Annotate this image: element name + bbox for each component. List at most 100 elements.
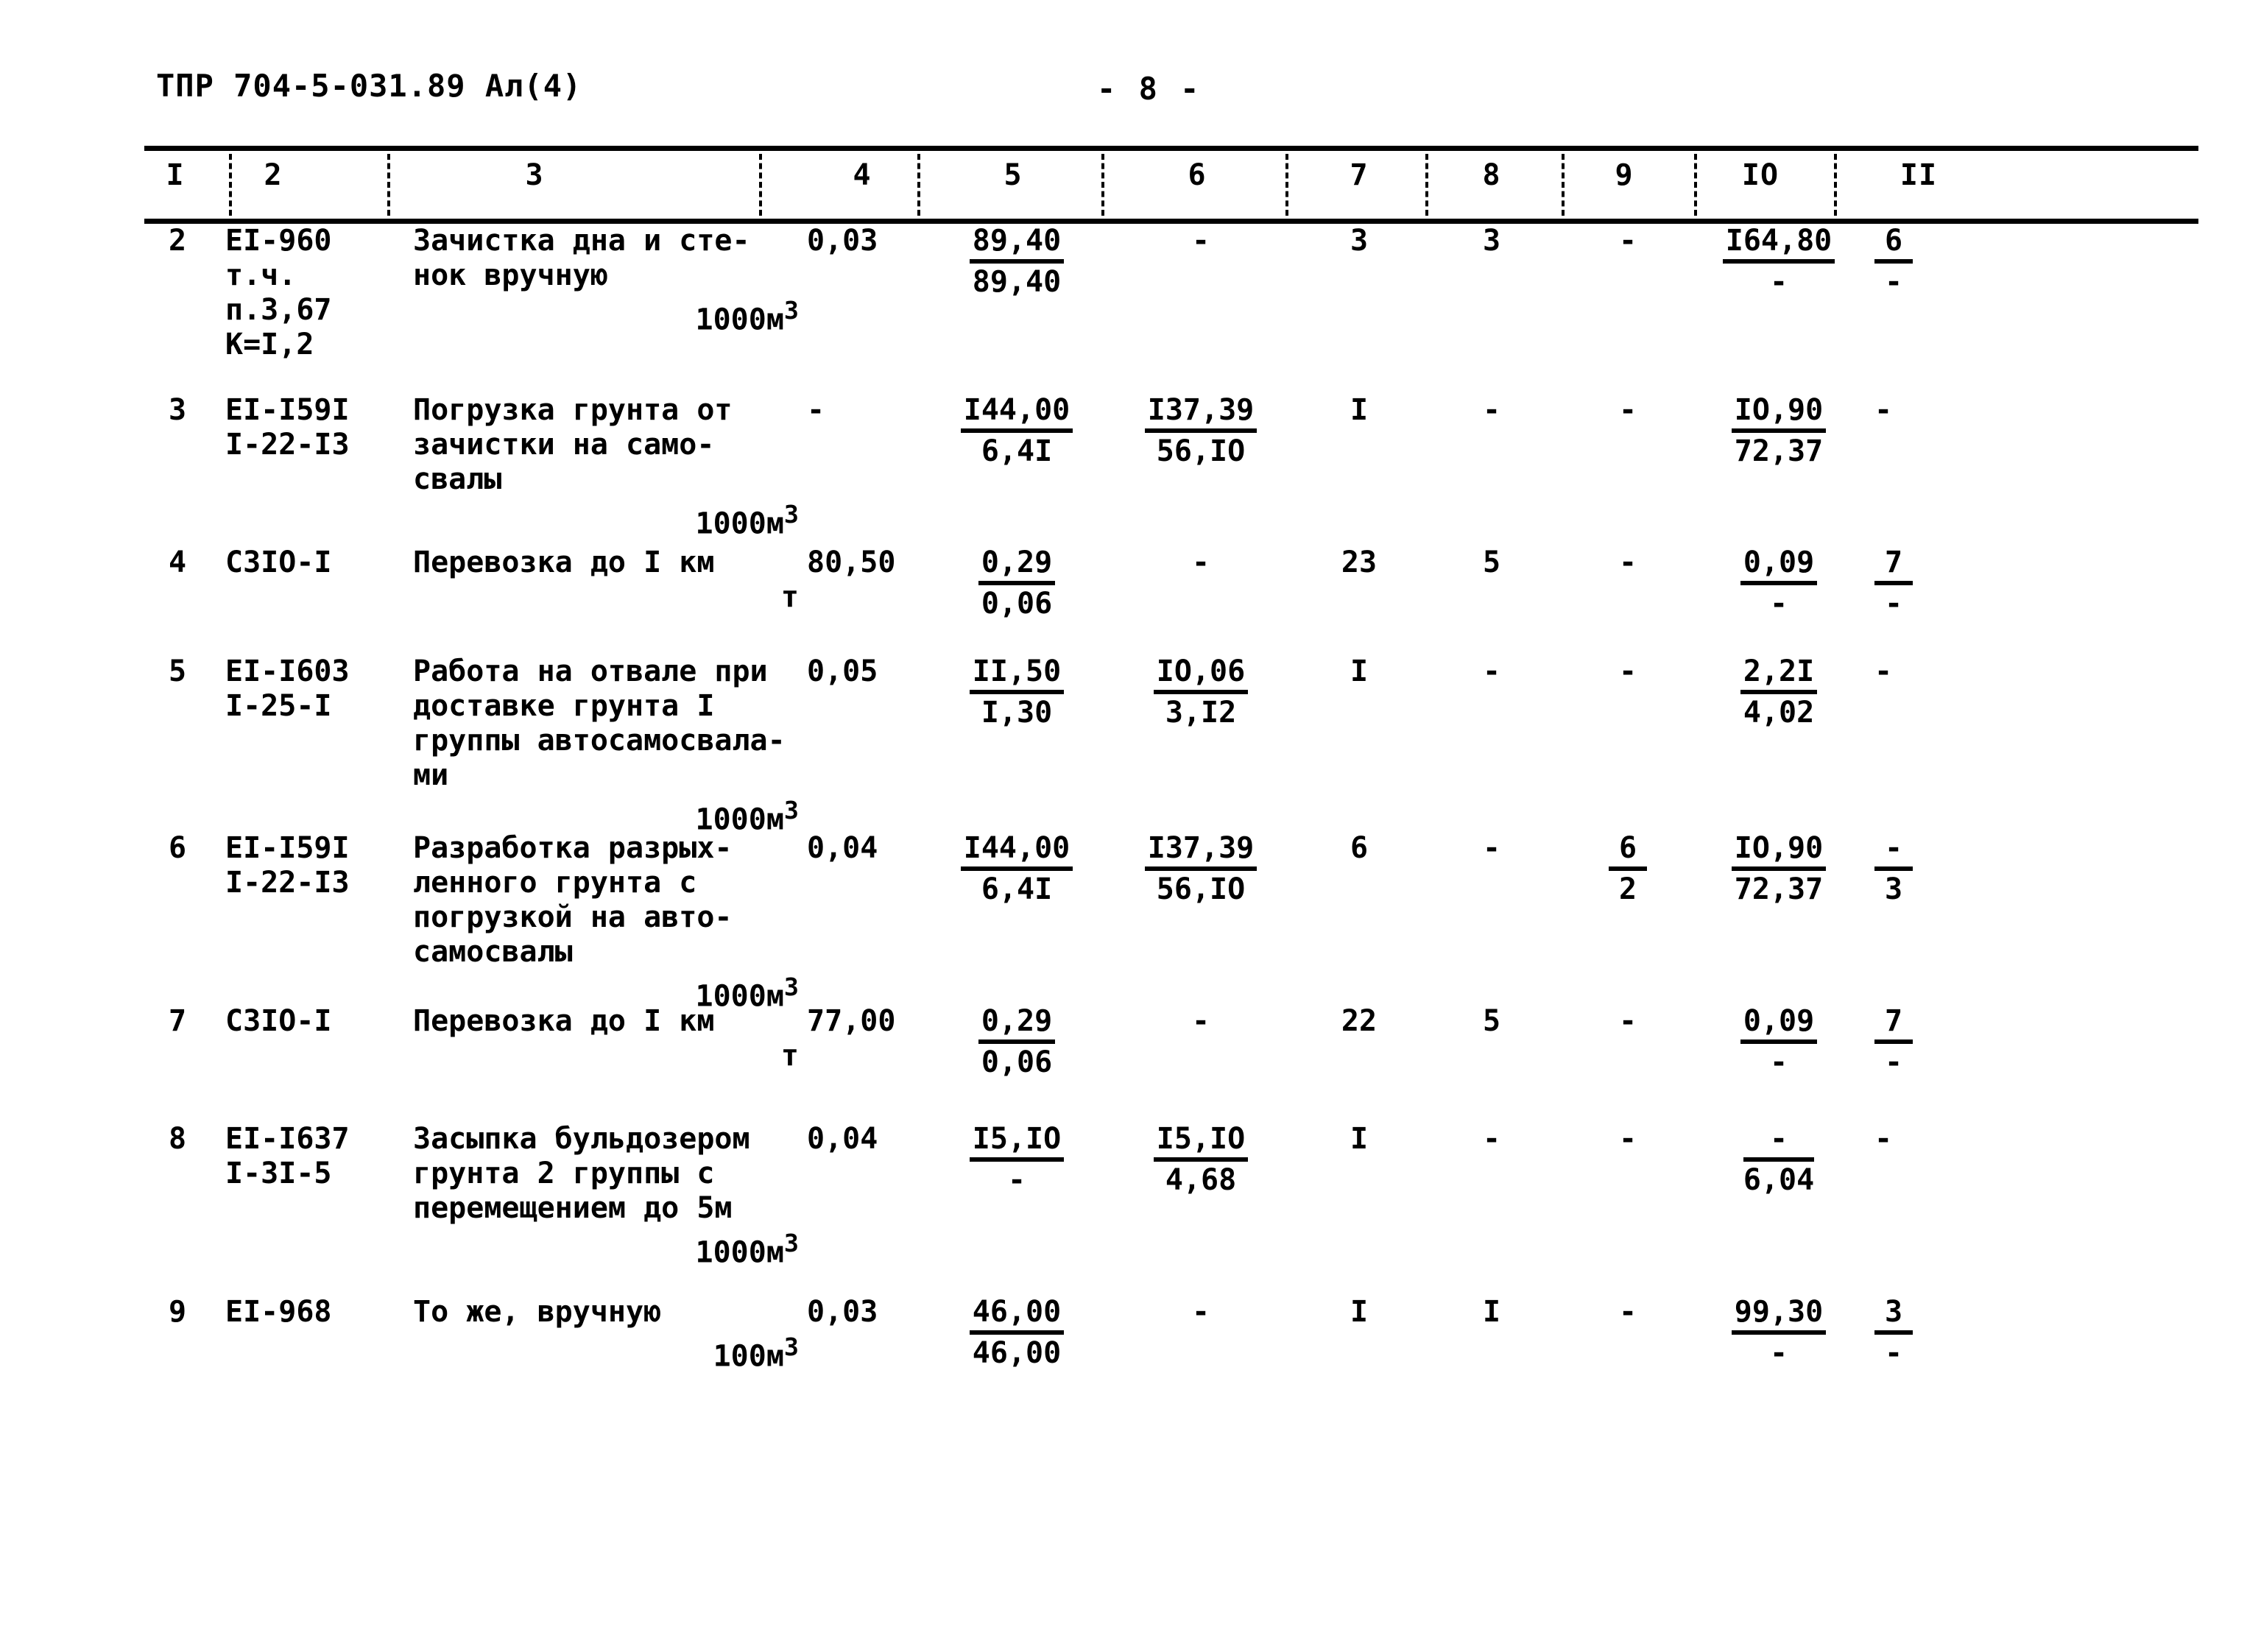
work-description-line-3: свалы xyxy=(413,462,502,496)
cost-total-cell: 0,29 0,06 xyxy=(932,1004,1101,1080)
labor-workers-cell: 23 xyxy=(1341,546,1378,579)
quantity-cell: 0,05 xyxy=(807,654,878,688)
total-cost-cell: 99,30- xyxy=(1694,1295,1863,1371)
cost-machines-cell-fraction-denominator: 4,68 xyxy=(1165,1163,1237,1197)
total-cost-cell-fraction: IO,90 72,37 xyxy=(1731,831,1827,907)
row-number: 3 xyxy=(168,393,187,427)
cost-total-cell-fraction-numerator: I44,00 xyxy=(960,831,1073,871)
work-description-cell: То же, вручную 100м3 xyxy=(413,1295,803,1374)
work-description-cell: Зачистка дна и сте-нок вручную 1000м3 xyxy=(413,224,803,337)
notes-cell-fraction: 3- xyxy=(1874,1295,1913,1371)
work-description-line-1: То же, вручную xyxy=(413,1295,662,1329)
cost-total-cell-fraction-denominator: 6,4I xyxy=(981,872,1053,906)
labor-machinists-cell: - xyxy=(1482,1122,1501,1156)
cost-total-cell-fraction-numerator: I44,00 xyxy=(960,393,1073,433)
measurement-unit: 100м3 xyxy=(713,1332,799,1374)
labor-workers-cell: 22 xyxy=(1341,1004,1378,1038)
total-cost-cell-fraction-denominator: - xyxy=(1769,1045,1788,1079)
labor-workers-cell: I xyxy=(1350,1295,1369,1329)
machine-hours-cell-value: - xyxy=(1618,1122,1637,1156)
total-cost-cell-fraction-numerator: IO,90 xyxy=(1731,393,1827,433)
quantity-cell: 0,03 xyxy=(807,1295,878,1329)
work-description-line-2: грунта 2 группы с xyxy=(413,1157,715,1190)
norm-code-cell: EI-968 xyxy=(225,1295,395,1330)
cost-machines-cell-fraction-denominator: 56,IO xyxy=(1156,872,1246,906)
row-number: 7 xyxy=(168,1004,187,1038)
total-cost-cell-fraction: 0,09- xyxy=(1740,546,1818,621)
machine-hours-cell-fraction-numerator: 6 xyxy=(1608,831,1648,871)
cost-machines-cell: I37,39 56,IO xyxy=(1116,393,1285,469)
labor-machinists-cell: - xyxy=(1482,654,1501,688)
table-row: 5 EI-I603 I-25-I Работа на отвале при достав… xyxy=(144,654,2198,846)
table-row: 6 EI-I59I I-22-I3 Разработка разрых-ленного… xyxy=(144,831,2198,1023)
table-top-rule xyxy=(144,146,2198,151)
work-description-line-2: ленного грунта с xyxy=(413,866,697,900)
norm-code-cell: C3IO-I xyxy=(225,546,395,580)
notes-cell-value: - xyxy=(1874,654,1893,688)
table-row: 9 EI-968 То же, вручную 100м3 0,03 46,00 46,00… xyxy=(144,1295,2198,1486)
labor-machinists-cell: - xyxy=(1482,393,1501,427)
machine-hours-cell: - xyxy=(1565,393,1690,428)
norm-code-line-1: EI-960 xyxy=(225,224,332,258)
notes-cell-fraction-numerator: 6 xyxy=(1874,224,1913,264)
norm-code-line-1: EI-I59I xyxy=(225,831,350,865)
column-separator-4 xyxy=(917,154,920,216)
measurement-unit: 1000м3 xyxy=(695,296,800,337)
work-description-line-2: нок вручную xyxy=(413,258,608,292)
norm-code-line-1: EI-I59I xyxy=(225,393,350,427)
cost-machines-cell-value: - xyxy=(1191,1004,1210,1038)
work-description-line-3: перемещением до 5м xyxy=(413,1191,733,1225)
cost-machines-cell-fraction-numerator: I37,39 xyxy=(1144,831,1258,871)
notes-cell-fraction-numerator: - xyxy=(1874,831,1913,871)
row-number: 5 xyxy=(168,654,187,688)
column-header-2: 2 xyxy=(264,158,283,192)
quantity-cell: 0,04 xyxy=(807,1122,878,1156)
total-cost-cell-fraction-denominator: 72,37 xyxy=(1734,434,1824,468)
norm-code-line-2: I-3I-5 xyxy=(225,1157,332,1190)
notes-cell-fraction-numerator: 3 xyxy=(1874,1295,1913,1335)
labor-machinists-cell: 5 xyxy=(1482,1004,1501,1038)
cost-machines-cell-value: - xyxy=(1191,546,1210,579)
work-description-line-3: погрузкой на авто- xyxy=(413,900,733,934)
machine-hours-cell: - xyxy=(1565,1295,1690,1330)
norm-code-line-2: I-22-I3 xyxy=(225,428,350,462)
table-body: 2 EI-960 т.ч. п.3,67 К=I,2 Зачистка дна и сте… xyxy=(144,224,2198,1486)
total-cost-cell-fraction-denominator: 6,04 xyxy=(1743,1163,1815,1197)
notes-cell-fraction-denominator: - xyxy=(1885,265,1903,299)
quantity-cell: 0,03 xyxy=(807,224,878,258)
column-header-7: 7 xyxy=(1350,158,1369,192)
measurement-unit: т xyxy=(780,1039,799,1073)
cost-total-cell: 89,40 89,40 xyxy=(932,224,1101,300)
notes-cell-fraction: 7- xyxy=(1874,1004,1913,1080)
total-cost-cell-fraction: IO,90 72,37 xyxy=(1731,393,1827,469)
cost-machines-cell-value: - xyxy=(1191,1295,1210,1329)
machine-hours-cell: - xyxy=(1565,224,1690,258)
cost-total-cell: I44,00 6,4I xyxy=(932,393,1101,469)
labor-machinists-cell: 3 xyxy=(1482,224,1501,258)
row-number: 8 xyxy=(168,1122,187,1156)
work-description-cell: Перевозка до I км т xyxy=(413,1004,803,1073)
work-description-line-1: Перевозка до I км xyxy=(413,546,715,579)
measurement-unit-exponent: 3 xyxy=(783,973,799,1001)
total-cost-cell: IO,90 72,37 xyxy=(1694,831,1863,907)
total-cost-cell-fraction-numerator: IO,90 xyxy=(1731,831,1827,871)
cost-machines-cell-fraction: IO,06 3,I2 xyxy=(1153,654,1249,730)
column-separator-9 xyxy=(1694,154,1697,216)
notes-cell: 7- xyxy=(1874,546,2022,621)
notes-cell-fraction-denominator: 3 xyxy=(1885,872,1903,906)
total-cost-cell: 2,2I 4,02 xyxy=(1694,654,1863,730)
cost-total-cell-fraction-denominator: 6,4I xyxy=(981,434,1053,468)
cost-total-cell-fraction-numerator: II,50 xyxy=(969,654,1065,694)
cost-total-cell-fraction-denominator: 46,00 xyxy=(972,1336,1062,1370)
labor-workers-cell: 3 xyxy=(1350,224,1369,258)
column-header-8: 8 xyxy=(1482,158,1501,192)
column-header-II: II xyxy=(1900,158,1938,192)
machine-hours-cell-fraction: 62 xyxy=(1608,831,1648,907)
cost-total-cell-fraction-numerator: 0,29 xyxy=(978,546,1056,585)
notes-cell-fraction-denominator: - xyxy=(1885,1336,1903,1370)
total-cost-cell-fraction: -6,04 xyxy=(1743,1122,1815,1198)
notes-cell: - xyxy=(1874,1122,2022,1157)
cost-total-cell-fraction-numerator: I5,IO xyxy=(969,1122,1065,1162)
column-header-IO: IO xyxy=(1741,158,1779,192)
cost-machines-cell: I5,IO 4,68 xyxy=(1116,1122,1285,1198)
